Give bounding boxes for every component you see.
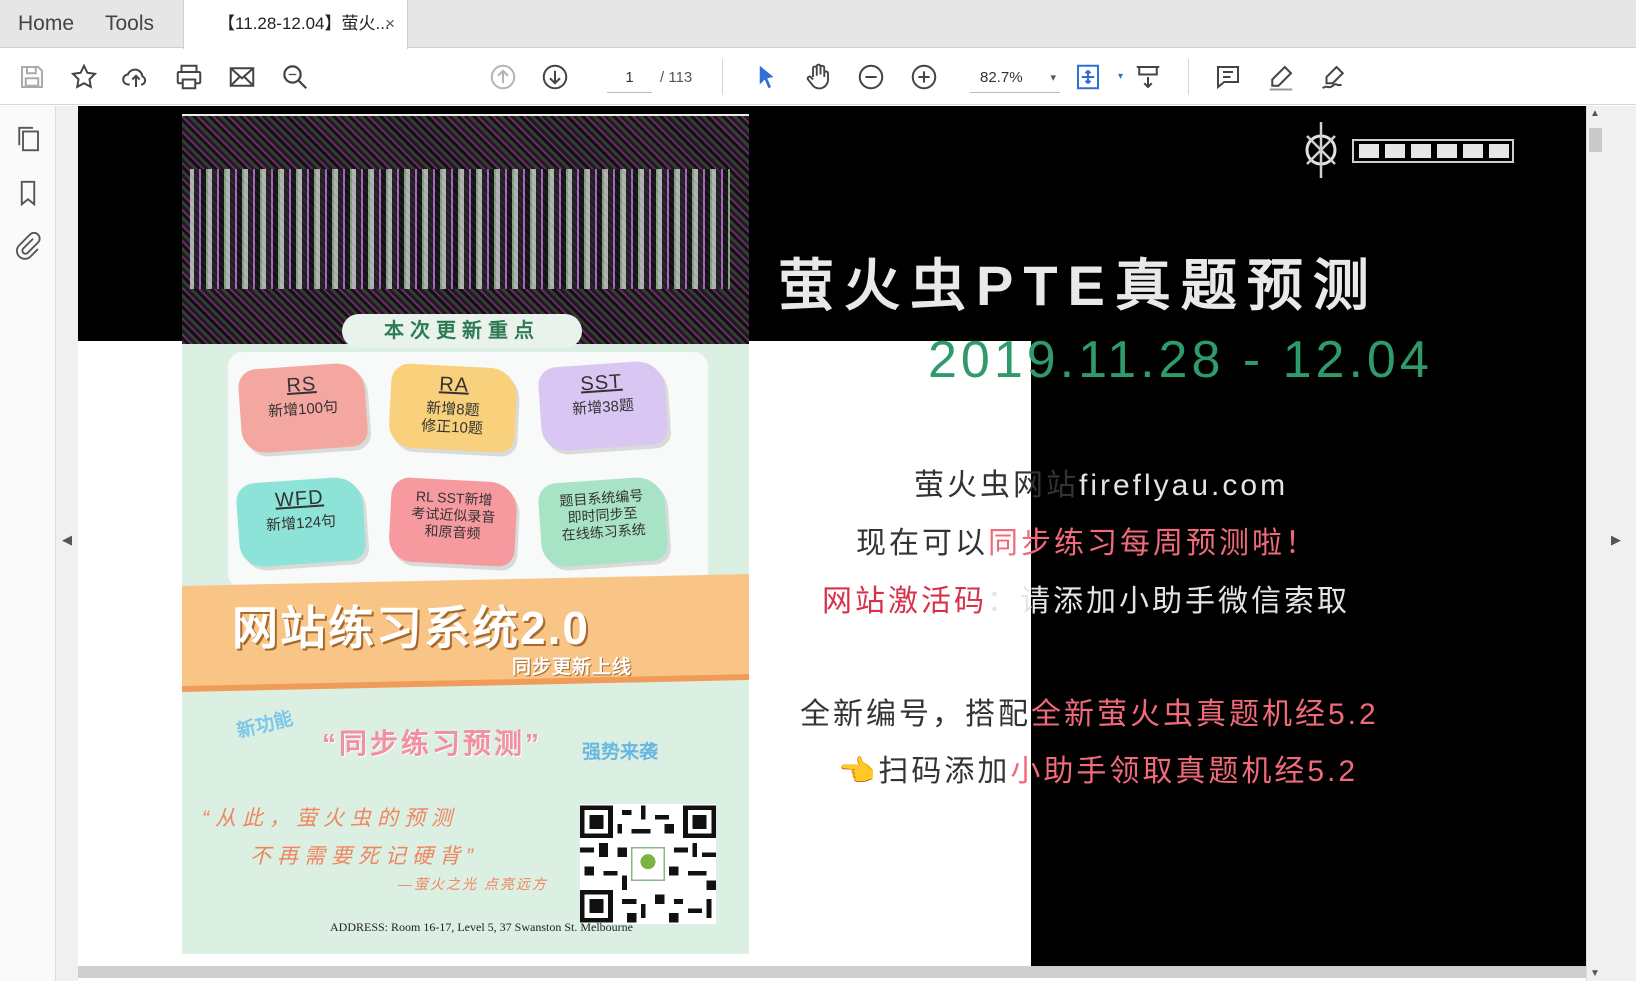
scroll-up-icon[interactable]: ▲ — [1590, 108, 1600, 119]
star-icon[interactable] — [66, 59, 102, 95]
card-title: RA — [438, 373, 470, 397]
poster-address: ADDRESS: Room 16-17, Level 5, 37 Swansto… — [330, 920, 633, 934]
navigation-pane — [0, 106, 56, 981]
comment-icon[interactable] — [1210, 59, 1246, 95]
horizontal-scrollbar[interactable] — [78, 966, 1586, 978]
document-title: 萤火虫PTE真题预测 — [778, 254, 1379, 317]
update-cards-panel: RS 新增100句 RA 新增8题 修正10题 SST 新增38题 WFD 新增1… — [228, 352, 708, 588]
sign-icon[interactable] — [1316, 59, 1352, 95]
tab-bar: Home Tools 【11.28-12.04】萤火... × — [0, 0, 1636, 49]
card-wfd: WFD 新增124句 — [235, 475, 367, 569]
save-icon[interactable] — [14, 59, 50, 95]
poster: 本次更新重点 RS 新增100句 RA 新增8题 修正10题 SST 新增38题 … — [182, 114, 749, 954]
chevron-left-icon[interactable]: ◀ — [62, 532, 72, 548]
poster-header-noise — [190, 169, 730, 289]
tab-home[interactable]: Home — [18, 0, 74, 48]
card-text: 新增8题 修正10题 — [420, 399, 484, 438]
toolbar-divider — [1188, 59, 1189, 95]
hand-icon[interactable] — [800, 59, 836, 95]
zoom-in-icon[interactable] — [906, 59, 942, 95]
vertical-scrollbar[interactable]: ▲ ▼ — [1586, 106, 1604, 981]
card-rs: RS 新增100句 — [237, 361, 369, 455]
card-numbering: 题目系统编号 即时同步至 在线练习系统 — [537, 475, 669, 569]
poster-band-title: 网站练习系统2.0 — [232, 602, 590, 654]
card-text: 新增124句 — [265, 512, 337, 535]
scrollbar-thumb[interactable] — [1589, 128, 1602, 152]
zoom-value: 82.7% — [980, 69, 1023, 86]
cursor-arrow-icon[interactable] — [748, 59, 784, 95]
card-text: 新增38题 — [571, 396, 635, 419]
card-sst: SST 新增38题 — [537, 359, 669, 453]
tab-document[interactable]: 【11.28-12.04】萤火... × — [183, 0, 408, 49]
close-icon[interactable]: × — [385, 0, 395, 48]
card-title: SST — [579, 370, 624, 396]
card-text: RL SST新增 考试近似录音 和原音频 — [411, 488, 496, 542]
tab-document-label: 【11.28-12.04】萤火... — [218, 14, 390, 33]
toolbar: / 113 82.7% ▾ ▾ — [0, 49, 1636, 105]
cloud-upload-icon[interactable] — [118, 59, 154, 95]
poster-band-subtitle: 同步更新上线 — [512, 657, 633, 678]
card-text: 新增100句 — [267, 398, 339, 421]
quote-line-1: “从此，萤火虫的预测 — [202, 807, 458, 830]
bookmark-icon[interactable] — [13, 178, 43, 208]
firefly-logo — [1293, 112, 1523, 187]
page-total: / 113 — [660, 69, 693, 86]
page-up-icon[interactable] — [485, 59, 521, 95]
scan-line: 👈扫码添加小助手领取真题机经5.2 — [838, 755, 1359, 788]
zoom-out-icon[interactable] — [853, 59, 889, 95]
strong-coming-label: 强势来袭 — [582, 742, 659, 763]
render-artifact-right — [1031, 341, 1586, 966]
document-date: 2019.11.28 - 12.04 — [928, 331, 1433, 389]
sync-practice-label: “同步练习预测” — [322, 728, 543, 759]
poster-update-pill: 本次更新重点 — [342, 314, 582, 348]
page-number-input[interactable] — [607, 63, 652, 93]
activation-line: 网站激活码：请添加小助手微信索取 — [822, 585, 1350, 618]
card-rl-sst: RL SST新增 考试近似录音 和原音频 — [387, 476, 519, 568]
card-ra: RA 新增8题 修正10题 — [387, 362, 519, 454]
new-feature-label: 新功能 — [234, 708, 296, 743]
page-down-icon[interactable] — [537, 59, 573, 95]
search-icon[interactable] — [277, 59, 313, 95]
numbering-line: 全新编号，搭配全新萤火虫真题机经5.2 — [800, 698, 1379, 731]
toolbar-divider — [722, 59, 723, 95]
attachment-icon[interactable] — [13, 230, 43, 260]
scroll-mode-icon[interactable] — [1130, 59, 1166, 95]
quote-line-2: 不再需要死记硬背” — [250, 845, 479, 868]
sync-line: 现在可以同步练习每周预测啦！ — [856, 527, 1318, 560]
card-title: RS — [285, 373, 318, 398]
quote-signature: —萤火之光 点亮远方 — [398, 876, 548, 892]
tab-tools[interactable]: Tools — [105, 0, 154, 48]
card-title: WFD — [274, 486, 325, 512]
printer-icon[interactable] — [171, 59, 207, 95]
zoom-select[interactable]: 82.7% ▾ — [970, 63, 1060, 93]
mail-icon[interactable] — [224, 59, 260, 95]
chevron-down-icon[interactable]: ▾ — [1118, 71, 1123, 82]
chevron-right-icon[interactable]: ▶ — [1611, 532, 1621, 548]
pen-icon[interactable] — [1263, 59, 1299, 95]
scroll-down-icon[interactable]: ▼ — [1590, 968, 1600, 979]
card-text: 题目系统编号 即时同步至 在线练习系统 — [558, 487, 647, 543]
document-page: 本次更新重点 RS 新增100句 RA 新增8题 修正10题 SST 新增38题 … — [78, 106, 1586, 966]
qr-code — [580, 804, 716, 924]
pages-icon[interactable] — [13, 124, 43, 154]
website-line: 萤火虫网站fireflyau.com — [914, 469, 1289, 502]
chevron-down-icon: ▾ — [1050, 72, 1056, 84]
fit-page-icon[interactable] — [1070, 59, 1106, 95]
pointing-hand-icon: 👈 — [838, 755, 879, 788]
